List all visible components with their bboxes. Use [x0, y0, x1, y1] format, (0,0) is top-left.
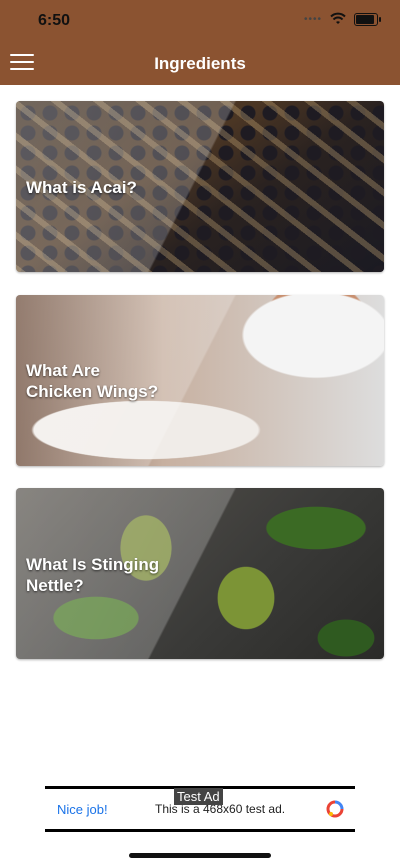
status-icons: ••••: [303, 12, 381, 26]
wifi-icon: [330, 12, 346, 24]
card-title: What Are Chicken Wings?: [26, 361, 159, 401]
ad-cta[interactable]: Nice job!: [57, 802, 108, 817]
signal-icon: ••••: [303, 13, 322, 25]
card-title: What Is Stinging Nettle?: [26, 555, 160, 595]
battery-icon: [354, 12, 381, 26]
card-chicken-wings[interactable]: What Are Chicken Wings?: [16, 295, 384, 466]
card-stinging-nettle[interactable]: What Is Stinging Nettle?: [16, 488, 384, 659]
home-indicator: [129, 853, 271, 858]
card-title: What is Acai?: [26, 178, 137, 197]
test-ad-badge: Test Ad: [174, 788, 223, 805]
app-header: 6:50 •••• Ingredients: [0, 0, 400, 85]
ad-logo-icon: [326, 800, 344, 818]
page-title: Ingredients: [154, 54, 246, 73]
status-time: 6:50: [38, 12, 71, 29]
card-acai[interactable]: What is Acai?: [16, 101, 384, 272]
